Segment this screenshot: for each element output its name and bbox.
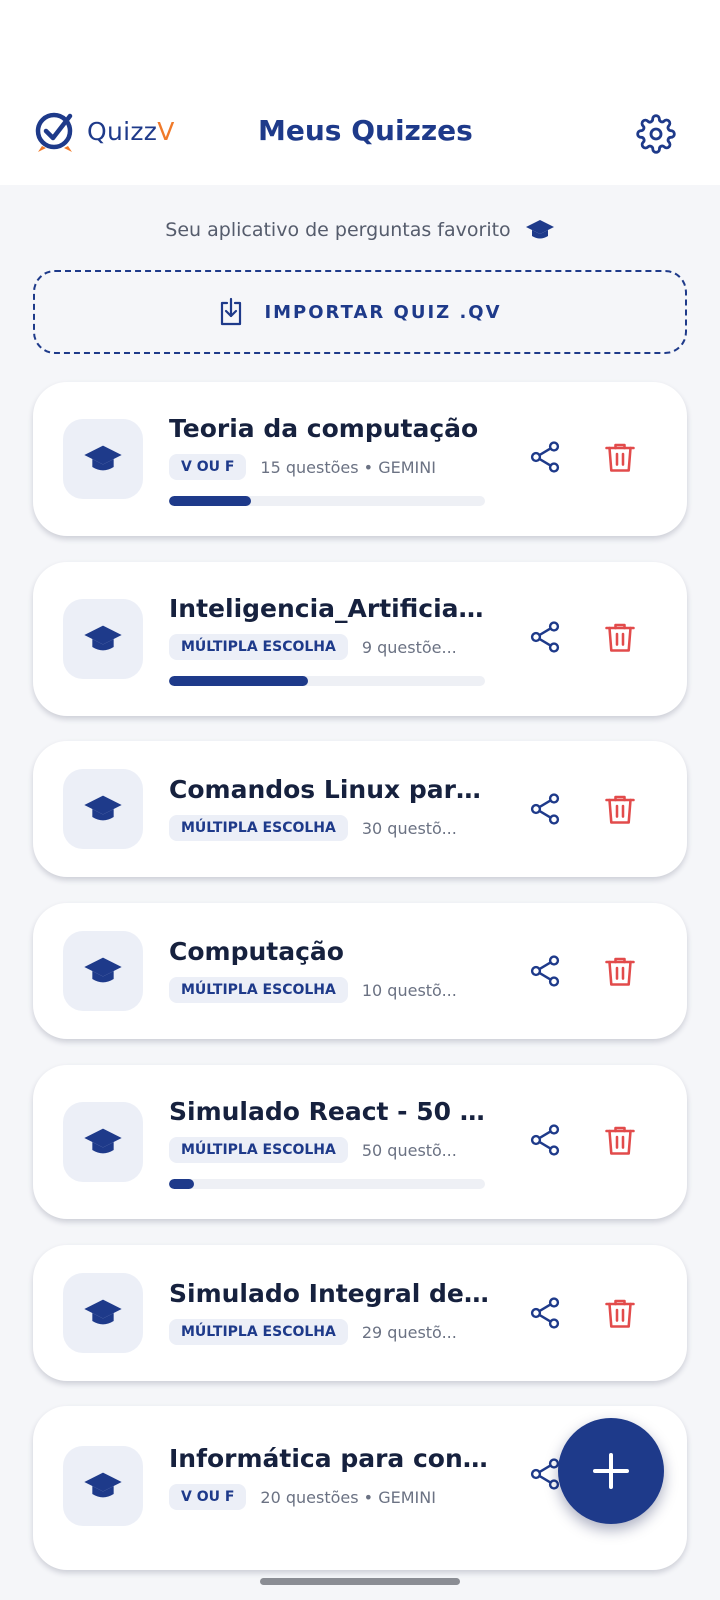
quiz-card[interactable]: Teoria da computação V OU F 15 questões • … (33, 382, 687, 536)
app-subtitle: Seu aplicativo de perguntas favorito (165, 219, 511, 241)
share-button[interactable] (527, 1122, 563, 1158)
quiz-card[interactable]: Inteligencia_Artificial -... MÚLTIPLA ESC… (33, 562, 687, 716)
quiz-title: Informática para conc... (169, 1444, 489, 1473)
quiz-title: Simulado React - 50 Q... (169, 1097, 489, 1126)
quiz-card[interactable]: Computação MÚLTIPLA ESCOLHA 10 questõ... (33, 903, 687, 1039)
graduation-cap-icon (84, 957, 122, 983)
quiz-title: Inteligencia_Artificial -... (169, 594, 489, 623)
quiz-type-badge: MÚLTIPLA ESCOLHA (169, 634, 348, 660)
quiz-icon-box (63, 1273, 143, 1353)
quiz-type-badge: MÚLTIPLA ESCOLHA (169, 1319, 348, 1345)
graduation-cap-icon (84, 795, 122, 821)
quiz-question-count: 29 questõ... (361, 1322, 457, 1342)
graduation-cap-icon (525, 220, 554, 239)
quiz-question-count: 15 questões • GEMINI (260, 457, 436, 477)
quiz-title: Computação (169, 937, 344, 966)
share-button[interactable] (527, 953, 563, 989)
graduation-cap-icon (84, 1472, 122, 1498)
status-bar (0, 0, 720, 90)
quiz-progress-bar (169, 1179, 485, 1189)
gear-icon[interactable] (636, 114, 676, 154)
quiz-question-count: 50 questõ... (361, 1140, 457, 1160)
share-icon (530, 1124, 560, 1156)
quiz-meta: V OU F 15 questões • GEMINI (169, 454, 489, 480)
share-button[interactable] (527, 619, 563, 655)
app-bar: QuizzV Meus Quizzes (0, 90, 720, 185)
home-indicator (260, 1578, 460, 1585)
share-button[interactable] (527, 439, 563, 475)
graduation-cap-icon (84, 1128, 122, 1154)
share-button[interactable] (527, 1295, 563, 1331)
quiz-meta: MÚLTIPLA ESCOLHA 10 questõ... (169, 977, 489, 1003)
share-icon (530, 793, 560, 825)
quiz-progress-fill (169, 496, 252, 506)
share-button[interactable] (527, 791, 563, 827)
trash-icon (605, 1126, 635, 1155)
download-icon (221, 297, 242, 326)
quiz-question-count: 30 questõ... (361, 818, 457, 838)
quiz-meta: MÚLTIPLA ESCOLHA 9 questõe... (169, 634, 489, 660)
quiz-icon-box (63, 1102, 143, 1182)
quiz-question-count: 20 questões • GEMINI (260, 1487, 436, 1507)
quiz-type-badge: MÚLTIPLA ESCOLHA (169, 977, 348, 1003)
plus-icon (593, 1453, 629, 1489)
import-label: IMPORTAR QUIZ .QV (264, 301, 502, 323)
share-icon (530, 1297, 560, 1329)
delete-button[interactable] (602, 619, 638, 655)
quiz-meta: V OU F 20 questões • GEMINI (169, 1484, 489, 1510)
trash-icon (605, 443, 635, 472)
quiz-icon-box (63, 931, 143, 1011)
trash-icon (605, 623, 635, 652)
quizzv-logo-icon (35, 112, 73, 152)
share-icon (530, 955, 560, 987)
trash-icon (605, 957, 635, 986)
trash-icon (605, 795, 635, 824)
quiz-title: Comandos Linux para ... (169, 775, 489, 804)
quiz-title: Simulado Integral de A... (169, 1279, 489, 1308)
delete-button[interactable] (602, 1122, 638, 1158)
delete-button[interactable] (602, 439, 638, 475)
quiz-type-badge: V OU F (169, 1484, 247, 1510)
trash-icon (605, 1299, 635, 1328)
quiz-type-badge: MÚLTIPLA ESCOLHA (169, 1137, 348, 1163)
page-title: Meus Quizzes (258, 114, 473, 147)
delete-button[interactable] (602, 953, 638, 989)
quiz-title: Teoria da computação (169, 414, 479, 443)
graduation-cap-icon (84, 1299, 122, 1325)
quiz-type-badge: MÚLTIPLA ESCOLHA (169, 815, 348, 841)
quiz-progress-bar (169, 676, 485, 686)
quiz-progress-fill (169, 676, 309, 686)
quiz-card[interactable]: Simulado React - 50 Q... MÚLTIPLA ESCOLHA… (33, 1065, 687, 1219)
share-icon (530, 621, 560, 653)
brand-name: QuizzV (87, 117, 175, 146)
quiz-card[interactable]: Simulado Integral de A... MÚLTIPLA ESCOLH… (33, 1245, 687, 1381)
subtitle-row: Seu aplicativo de perguntas favorito (0, 218, 720, 242)
quiz-progress-fill (169, 1179, 195, 1189)
quiz-meta: MÚLTIPLA ESCOLHA 50 questõ... (169, 1137, 489, 1163)
quiz-icon-box (63, 1446, 143, 1526)
quiz-question-count: 10 questõ... (361, 980, 457, 1000)
share-icon (530, 441, 560, 473)
quiz-type-badge: V OU F (169, 454, 247, 480)
quiz-icon-box (63, 769, 143, 849)
quiz-meta: MÚLTIPLA ESCOLHA 29 questõ... (169, 1319, 489, 1345)
import-quiz-button[interactable]: IMPORTAR QUIZ .QV (33, 270, 687, 354)
graduation-cap-icon (84, 445, 122, 471)
add-quiz-button[interactable] (558, 1418, 664, 1524)
quiz-question-count: 9 questõe... (361, 637, 457, 657)
quiz-card[interactable]: Comandos Linux para ... MÚLTIPLA ESCOLHA 3… (33, 741, 687, 877)
quiz-meta: MÚLTIPLA ESCOLHA 30 questõ... (169, 815, 489, 841)
delete-button[interactable] (602, 1295, 638, 1331)
quiz-icon-box (63, 599, 143, 679)
quiz-icon-box (63, 419, 143, 499)
graduation-cap-icon (84, 625, 122, 651)
delete-button[interactable] (602, 791, 638, 827)
quiz-progress-bar (169, 496, 485, 506)
